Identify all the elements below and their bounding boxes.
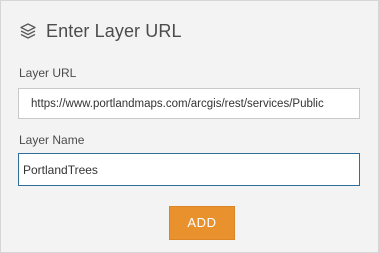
add-button[interactable]: ADD (169, 206, 235, 240)
add-layer-panel: Enter Layer URL Layer URL Layer Name ADD (0, 0, 379, 253)
panel-header: Enter Layer URL (19, 18, 182, 44)
layer-url-field-container (18, 88, 360, 119)
panel-title: Enter Layer URL (46, 20, 182, 41)
layer-name-label: Layer Name (19, 133, 85, 147)
layer-name-field-container (18, 153, 360, 186)
layer-name-input[interactable] (19, 154, 359, 185)
layer-url-input[interactable] (19, 89, 359, 118)
layers-icon (19, 22, 37, 40)
layer-url-label: Layer URL (19, 66, 77, 80)
